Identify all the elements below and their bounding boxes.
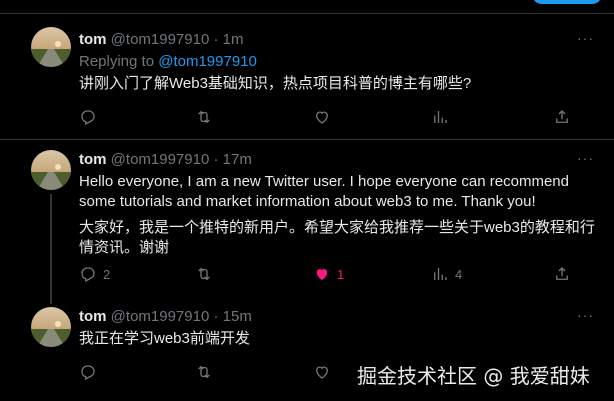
reply-button[interactable] [79, 362, 97, 382]
reply-icon [81, 365, 95, 381]
tweet-actions: 2 1 4 [79, 264, 579, 284]
reply-icon [81, 267, 95, 283]
separator-dot: · [213, 151, 219, 168]
tweet-actions [79, 107, 579, 127]
retweet-icon [198, 110, 210, 124]
like-button[interactable] [313, 362, 331, 382]
views-icon [434, 268, 447, 280]
separator-dot: · [213, 31, 219, 48]
retweet-button[interactable] [195, 362, 213, 382]
reply-button[interactable] [79, 107, 97, 127]
timestamp[interactable]: 15m [223, 308, 252, 325]
more-options-icon[interactable]: ··· [577, 30, 594, 46]
user-handle[interactable]: @tom1997910 [111, 31, 210, 48]
tweet-header: tom @tom1997910 · 1m [79, 30, 244, 50]
heart-icon [316, 111, 328, 124]
like-count: 1 [337, 266, 345, 282]
retweet-icon [198, 365, 210, 379]
heart-filled-icon [316, 269, 328, 280]
display-name[interactable]: tom [79, 151, 107, 168]
view-count: 4 [455, 266, 463, 282]
retweet-button[interactable] [195, 107, 213, 127]
retweet-icon [198, 267, 210, 281]
tweet-header: tom @tom1997910 · 15m [79, 307, 252, 327]
watermark: 掘金技术社区 @ 我爱甜妹 [357, 364, 590, 388]
tweet[interactable]: tom @tom1997910 · 17m ··· Hello everyone… [0, 140, 614, 305]
thread-line [50, 194, 52, 304]
heart-icon [316, 366, 328, 379]
share-icon [556, 267, 568, 280]
user-handle[interactable]: @tom1997910 [111, 308, 210, 325]
replying-mention-link[interactable]: @tom1997910 [158, 53, 257, 70]
user-handle[interactable]: @tom1997910 [111, 151, 210, 168]
display-name[interactable]: tom [79, 31, 107, 48]
share-button[interactable] [553, 264, 571, 284]
tweet-text: 讲刚入门了解Web3基础知识，热点项目科普的博主有哪些? [79, 75, 472, 92]
timestamp[interactable]: 17m [223, 151, 252, 168]
more-options-icon[interactable]: ··· [577, 307, 594, 323]
like-button[interactable] [313, 107, 331, 127]
views-icon [434, 111, 447, 123]
share-button[interactable] [553, 107, 571, 127]
tweet-text-chinese: 大家好，我是一个推特的新用户。希望大家给我推荐一些关于web3的教程和行情资讯。… [79, 219, 595, 256]
reply-icon [81, 110, 95, 126]
tweet-header: tom @tom1997910 · 17m [79, 150, 252, 170]
tweet-text-english: Hello everyone, I am a new Twitter user.… [79, 173, 569, 210]
like-button[interactable]: 1 [313, 264, 344, 284]
reply-submit-button[interactable] [532, 0, 602, 4]
avatar[interactable] [31, 27, 71, 67]
timestamp[interactable]: 1m [223, 31, 244, 48]
retweet-button[interactable] [195, 264, 213, 284]
replying-to: Replying to @tom1997910 [79, 52, 257, 72]
tweet[interactable]: tom @tom1997910 · 1m ··· Replying to @to… [0, 14, 614, 139]
avatar[interactable] [31, 307, 71, 347]
views-button[interactable]: 4 [431, 264, 462, 284]
views-button[interactable] [431, 107, 449, 127]
separator-dot: · [213, 308, 219, 325]
replying-prefix: Replying to [79, 53, 159, 70]
share-icon [556, 110, 568, 123]
more-options-icon[interactable]: ··· [577, 150, 594, 166]
reply-button[interactable]: 2 [79, 264, 110, 284]
display-name[interactable]: tom [79, 308, 107, 325]
tweet-text: 我正在学习web3前端开发 [79, 330, 250, 347]
reply-count: 2 [103, 266, 111, 282]
avatar[interactable] [31, 150, 71, 190]
